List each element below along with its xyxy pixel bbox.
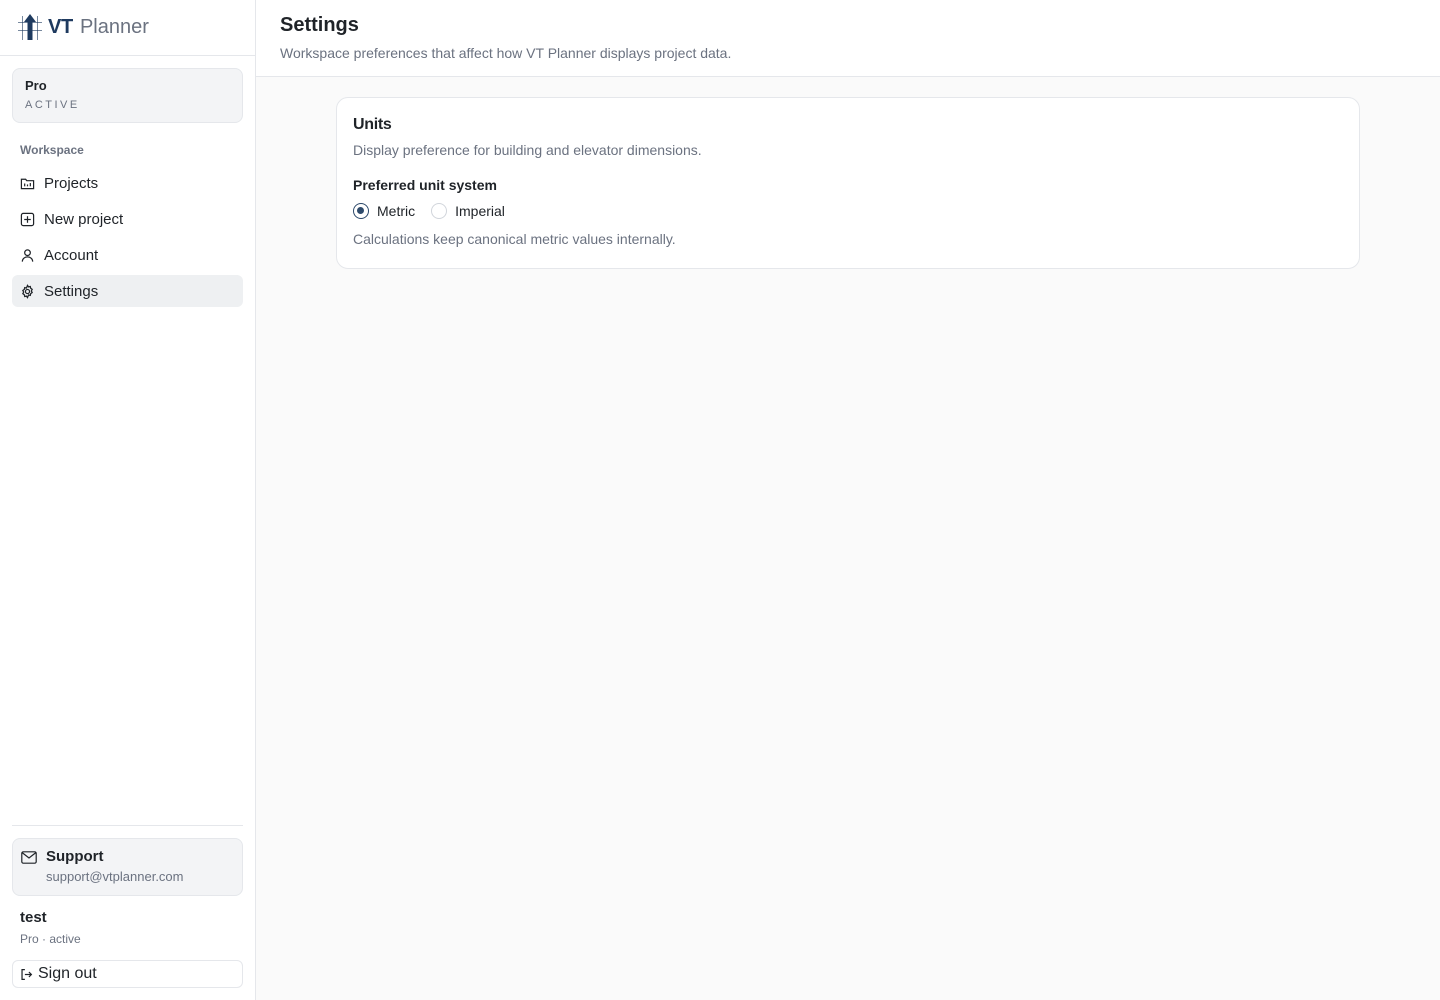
user-name: test: [20, 909, 47, 926]
unit-system-label: Preferred unit system: [353, 177, 497, 193]
sidebar-item-label: Account: [44, 246, 99, 264]
sidebar-item-projects[interactable]: Projects: [12, 167, 243, 199]
sidebar-item-new-project[interactable]: New project: [12, 203, 243, 235]
metric-radio-circle[interactable]: [353, 203, 369, 219]
sidebar: VT Planner Pro ACTIVE Workspace Projects…: [0, 0, 256, 1000]
gear-icon: [22, 283, 33, 299]
metric-radio-label: Metric: [377, 203, 416, 219]
sign-out-label: Sign out: [38, 965, 97, 982]
projects-icon: [20, 178, 35, 189]
logo-planner-text: Planner: [79, 15, 149, 38]
plan-name: Pro: [25, 78, 47, 93]
imperial-radio-circle[interactable]: [431, 203, 448, 219]
page-header: Settings Workspace preferences that affe…: [256, 0, 1440, 77]
units-card: Units Display preference for building an…: [336, 97, 1360, 269]
imperial-radio[interactable]: Imperial: [431, 203, 505, 219]
sidebar-item-label: Projects: [44, 174, 99, 192]
plus-square-icon: [20, 212, 35, 226]
logo-vt-text: VT: [48, 15, 73, 38]
plan-card: Pro ACTIVE: [12, 68, 243, 123]
plan-status: ACTIVE: [25, 99, 80, 111]
user-plan: Pro · active: [20, 932, 81, 946]
nav-section-label: Workspace: [20, 143, 84, 157]
unit-system-radio-group: Metric Imperial: [353, 203, 1343, 219]
units-card-note: Calculations keep canonical metric value…: [353, 231, 676, 247]
support-email-link[interactable]: support@vtplanner.com: [46, 869, 184, 884]
mail-icon: [21, 851, 37, 864]
user-icon: [21, 248, 34, 262]
metric-radio[interactable]: Metric: [353, 203, 415, 219]
units-card-title: Units: [353, 116, 392, 133]
imperial-radio-label: Imperial: [455, 203, 505, 219]
sidebar-item-settings[interactable]: Settings: [12, 275, 243, 307]
sidebar-item-label: New project: [44, 210, 124, 228]
support-title: Support: [46, 848, 104, 865]
sidebar-item-account[interactable]: Account: [12, 239, 243, 271]
logo-divider: [0, 55, 255, 56]
sidebar-bottom-divider: [12, 825, 243, 826]
sidebar-nav: Projects New project Account Settings: [12, 167, 243, 311]
sidebar-item-label: Settings: [44, 282, 99, 300]
support-card[interactable]: Support support@vtplanner.com: [12, 838, 243, 896]
app-logo[interactable]: VT Planner: [16, 12, 149, 42]
page-subtitle: Workspace preferences that affect how VT…: [280, 45, 732, 61]
building-arrow-icon: [18, 14, 42, 40]
sign-out-button[interactable]: Sign out: [12, 960, 243, 988]
page-title: Settings: [280, 14, 359, 36]
units-card-description: Display preference for building and elev…: [353, 142, 702, 158]
sign-out-icon: [21, 968, 33, 980]
